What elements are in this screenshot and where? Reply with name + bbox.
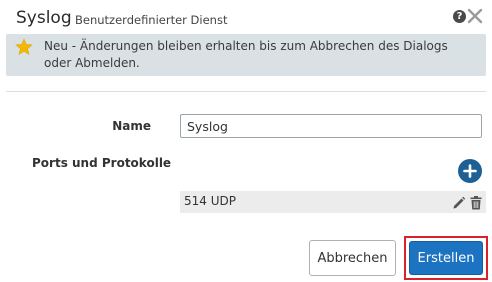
pencil-icon[interactable] (452, 195, 466, 209)
star-icon (15, 38, 33, 56)
cancel-button[interactable]: Abbrechen (309, 240, 396, 276)
divider (6, 91, 486, 92)
dialog-subtitle: Benutzerdefinierter Dienst (75, 13, 228, 27)
plus-circle-icon (463, 164, 477, 178)
port-list-item: 514 UDP (180, 191, 486, 213)
banner-message: Neu - Änderungen bleiben erhalten bis zu… (44, 39, 448, 70)
port-value: 514 UDP (184, 194, 236, 208)
info-banner: Neu - Änderungen bleiben erhalten bis zu… (6, 34, 486, 76)
trash-icon[interactable] (470, 195, 482, 210)
help-icon[interactable]: ? (453, 10, 466, 23)
add-port-button[interactable] (458, 159, 482, 183)
name-label: Name (112, 119, 151, 133)
create-button-highlight: Erstellen (404, 236, 488, 280)
create-button[interactable]: Erstellen (409, 241, 483, 275)
dialog-title: Syslog (16, 8, 72, 28)
close-icon[interactable] (466, 6, 484, 26)
custom-service-dialog: Syslog Benutzerdefinierter Dienst ? Neu … (0, 0, 492, 282)
name-input[interactable] (180, 114, 482, 138)
ports-protocols-label: Ports und Protokolle (32, 156, 172, 170)
